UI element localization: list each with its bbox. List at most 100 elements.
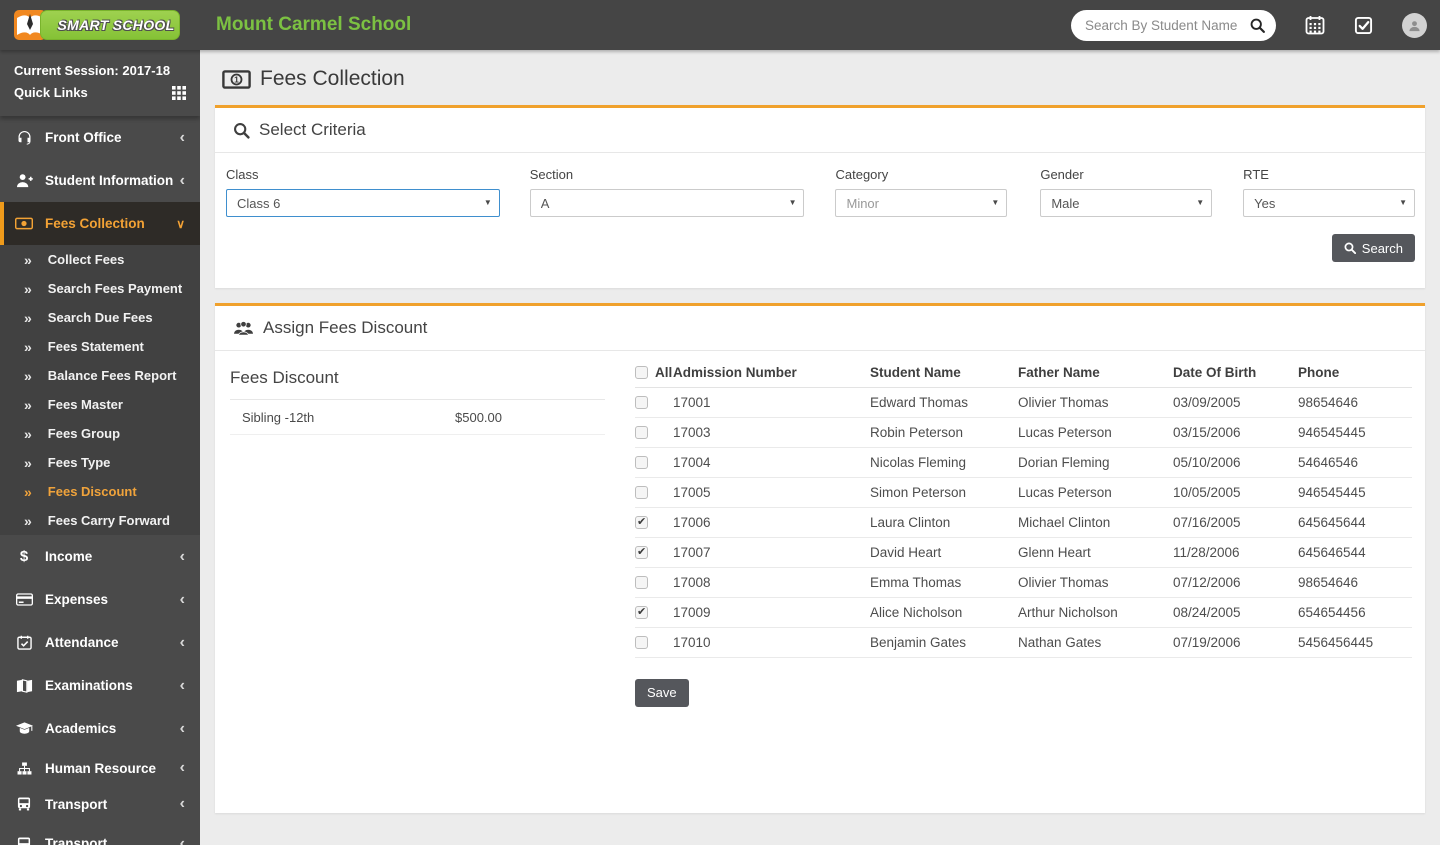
sidebar-subitem-balance-fees-report[interactable]: » Balance Fees Report [0, 361, 200, 390]
user-plus-icon [15, 173, 33, 189]
discount-list-item[interactable]: Sibling -12th $500.00 [230, 400, 605, 435]
row-checkbox[interactable] [635, 396, 648, 410]
discount-name: Sibling -12th [242, 409, 315, 425]
fees-collection-submenu: » Collect Fees » Search Fees Payment » Sear… [0, 245, 200, 535]
row-checkbox[interactable] [635, 515, 648, 530]
chevron-left-icon: ‹ [179, 171, 185, 189]
double-angle-icon: » [24, 251, 32, 268]
row-checkbox[interactable] [635, 576, 648, 590]
student-search-input[interactable] [1085, 17, 1249, 33]
table-row: 17003 Robin Peterson Lucas Peterson 03/1… [635, 417, 1412, 448]
page-title: Fees Collection [260, 67, 405, 90]
chevron-left-icon: ‹ [179, 547, 185, 565]
row-checkbox[interactable] [635, 605, 648, 620]
double-angle-icon: » [24, 396, 32, 413]
chevron-left-icon: ‹ [179, 128, 185, 146]
table-row: 17008 Emma Thomas Olivier Thomas 07/12/2… [635, 567, 1412, 598]
section-label: Section [529, 167, 574, 182]
sidebar-item-expenses[interactable]: Expenses ‹ [0, 578, 200, 621]
double-angle-icon: » [24, 338, 32, 355]
row-checkbox[interactable] [635, 545, 648, 560]
assign-card-title: Assign Fees Discount [263, 318, 428, 337]
search-icon[interactable] [1249, 17, 1266, 34]
graduation-cap-icon [15, 721, 33, 737]
search-button[interactable]: Search [1331, 234, 1415, 262]
sidebar-subitem-fees-group[interactable]: » Fees Group [0, 419, 200, 448]
select-all-checkbox[interactable] [635, 365, 648, 379]
sidebar-subitem-fees-statement[interactable]: » Fees Statement [0, 332, 200, 361]
top-header: SMART SCHOOL Mount Carmel School [0, 0, 1440, 50]
sidebar-subitem-search-fees-payment[interactable]: » Search Fees Payment [0, 274, 200, 303]
sidebar-item-examinations[interactable]: Examinations ‹ [0, 664, 200, 707]
rte-select[interactable]: Yes [1243, 189, 1416, 217]
sidebar-item-front-office[interactable]: Front Office ‹ [0, 116, 200, 159]
credit-card-icon [15, 592, 33, 608]
chevron-left-icon: ‹ [179, 759, 185, 776]
col-admission-number: Admission Number [673, 358, 870, 388]
select-all-label: All [655, 364, 673, 380]
class-label: Class [226, 167, 259, 182]
table-row: 17007 David Heart Glenn Heart 11/28/2006… [635, 537, 1412, 568]
student-search-box[interactable] [1071, 9, 1276, 41]
table-row: 17001 Edward Thomas Olivier Thomas 03/09… [635, 387, 1412, 418]
chevron-left-icon: ‹ [179, 834, 185, 845]
save-button[interactable]: Save [635, 678, 689, 707]
row-checkbox[interactable] [635, 486, 648, 500]
brand-name: SMART SCHOOL [57, 17, 175, 33]
table-row: 17006 Laura Clinton Michael Clinton 07/1… [635, 507, 1412, 538]
double-angle-icon: » [24, 512, 32, 529]
sitemap-icon [15, 760, 33, 776]
students-table-wrap: All Admission Number Student Name Father… [635, 358, 1412, 707]
quick-links-label[interactable]: Quick Links [14, 82, 88, 104]
current-session: Current Session: 2017-18 [14, 63, 171, 78]
double-angle-icon: » [24, 454, 32, 471]
col-phone: Phone [1298, 358, 1412, 388]
sidebar-subitem-fees-type[interactable]: » Fees Type [0, 448, 200, 477]
sidebar-item-fees-collection[interactable]: Fees Collection ∨ [0, 202, 200, 245]
category-select[interactable]: Minor [835, 189, 1008, 217]
svg-text:1: 1 [234, 74, 239, 84]
sidebar-subitem-fees-master[interactable]: » Fees Master [0, 390, 200, 419]
tasks-check-icon[interactable] [1354, 16, 1373, 35]
bus-icon [15, 796, 33, 812]
grid-icon[interactable] [172, 86, 186, 100]
sidebar-item-human-resource[interactable]: Human Resource ‹ [0, 750, 200, 786]
chevron-left-icon: ‹ [179, 719, 185, 737]
table-row: 17009 Alice Nicholson Arthur Nicholson 0… [635, 597, 1412, 628]
sidebar-item-income[interactable]: $ Income ‹ [0, 535, 200, 578]
assign-fees-discount-card: Assign Fees Discount Fees Discount Sibli… [215, 303, 1425, 813]
money-icon [15, 216, 33, 232]
sidebar-item-student-information[interactable]: Student Information ‹ [0, 159, 200, 202]
calendar-icon[interactable] [1305, 15, 1325, 35]
category-label: Category [835, 167, 889, 182]
user-avatar[interactable] [1402, 12, 1427, 38]
row-checkbox[interactable] [635, 456, 648, 470]
users-group-icon [233, 320, 254, 336]
sidebar-item-transport-2[interactable]: Transport ‹ [0, 822, 200, 845]
gender-select[interactable]: Male [1040, 189, 1213, 217]
fees-discount-heading: Fees Discount [230, 358, 605, 400]
sidebar-item-academics[interactable]: Academics ‹ [0, 707, 200, 750]
table-header-row: All Admission Number Student Name Father… [635, 358, 1412, 388]
sidebar-subitem-collect-fees[interactable]: » Collect Fees [0, 245, 200, 274]
rte-label: RTE [1243, 167, 1269, 182]
calendar-check-icon [15, 635, 33, 651]
money-icon: 1 [222, 69, 251, 89]
school-name: Mount Carmel School [216, 14, 412, 35]
row-checkbox[interactable] [635, 636, 648, 650]
criteria-card-title: Select Criteria [259, 120, 366, 139]
double-angle-icon: » [24, 483, 32, 500]
class-select[interactable]: Class 6 [226, 189, 500, 217]
sidebar-item-attendance[interactable]: Attendance ‹ [0, 621, 200, 664]
section-select[interactable]: A [529, 189, 805, 217]
discount-amount: $500.00 [455, 409, 502, 425]
sidebar-subitem-fees-carry-forward[interactable]: » Fees Carry Forward [0, 506, 200, 535]
row-checkbox[interactable] [635, 426, 648, 440]
sidebar: Current Session: 2017-18 Quick Links Fro… [0, 50, 200, 845]
app-logo[interactable]: SMART SCHOOL [0, 0, 200, 50]
double-angle-icon: » [24, 309, 32, 326]
sidebar-subitem-search-due-fees[interactable]: » Search Due Fees [0, 303, 200, 332]
sidebar-item-transport-1[interactable]: Transport ‹ [0, 786, 200, 822]
col-father-name: Father Name [1018, 358, 1173, 388]
sidebar-subitem-fees-discount[interactable]: » Fees Discount [0, 477, 200, 506]
